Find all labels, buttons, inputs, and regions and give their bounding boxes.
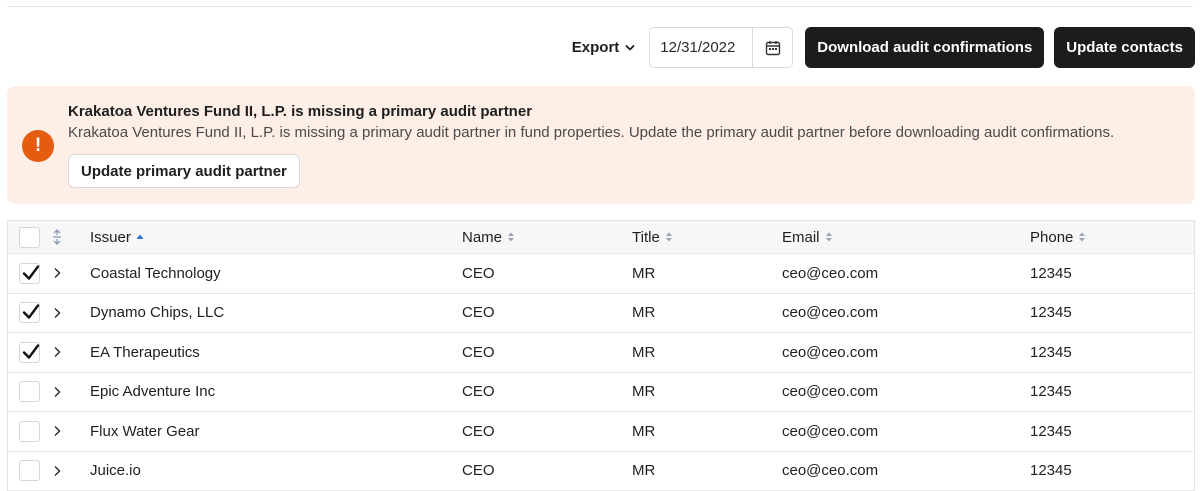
phone-cell: 12345 — [1030, 452, 1072, 491]
row-checkbox[interactable] — [19, 263, 40, 284]
table-row: Epic Adventure Inc CEO MR ceo@ceo.com 12… — [8, 373, 1194, 413]
phone-cell: 12345 — [1030, 254, 1072, 293]
name-cell: CEO — [462, 452, 495, 491]
table-row: EA Therapeutics CEO MR ceo@ceo.com 12345 — [8, 333, 1194, 373]
name-cell: CEO — [462, 254, 495, 293]
email-cell: ceo@ceo.com — [782, 254, 878, 293]
checkmark-icon — [21, 342, 41, 362]
table-row: Dynamo Chips, LLC CEO MR ceo@ceo.com 123… — [8, 294, 1194, 334]
name-cell: CEO — [462, 373, 495, 412]
table-body: Coastal Technology CEO MR ceo@ceo.com 12… — [8, 254, 1194, 491]
chevron-down-icon — [625, 43, 635, 53]
title-cell: MR — [632, 333, 655, 372]
calendar-icon — [765, 40, 781, 56]
title-cell: MR — [632, 452, 655, 491]
checkmark-icon — [21, 302, 41, 322]
export-label: Export — [572, 39, 620, 56]
row-checkbox[interactable] — [19, 421, 40, 442]
row-checkbox[interactable] — [19, 342, 40, 363]
top-divider — [7, 6, 1193, 7]
email-cell: ceo@ceo.com — [782, 452, 878, 491]
alert-title: Krakatoa Ventures Fund II, L.P. is missi… — [68, 103, 532, 120]
title-cell: MR — [632, 412, 655, 451]
sort-title-header[interactable]: Title — [632, 229, 673, 246]
issuer-cell: Juice.io — [90, 452, 141, 491]
name-cell: CEO — [462, 412, 495, 451]
email-cell: ceo@ceo.com — [782, 333, 878, 372]
sort-icon — [665, 231, 673, 243]
title-cell: MR — [632, 254, 655, 293]
sort-issuer-header[interactable]: Issuer — [90, 229, 144, 246]
sort-icon — [507, 231, 515, 243]
update-contacts-button[interactable]: Update contacts — [1054, 27, 1195, 68]
exclamation-icon: ! — [22, 130, 54, 162]
issuer-cell: Flux Water Gear — [90, 412, 199, 451]
update-primary-audit-partner-button[interactable]: Update primary audit partner — [68, 154, 300, 188]
chevron-right-icon[interactable] — [52, 346, 62, 358]
download-audit-confirmations-button[interactable]: Download audit confirmations — [805, 27, 1044, 68]
table-row: Flux Water Gear CEO MR ceo@ceo.com 12345 — [8, 412, 1194, 452]
row-checkbox[interactable] — [19, 460, 40, 481]
table-row: Coastal Technology CEO MR ceo@ceo.com 12… — [8, 254, 1194, 294]
export-dropdown-button[interactable]: Export — [572, 39, 636, 56]
chevron-right-icon[interactable] — [52, 267, 62, 279]
phone-cell: 12345 — [1030, 373, 1072, 412]
toolbar: Export Download audit confirmations Upda… — [572, 27, 1195, 68]
title-cell: MR — [632, 373, 655, 412]
select-all-checkbox[interactable] — [19, 227, 40, 248]
phone-cell: 12345 — [1030, 412, 1072, 451]
chevron-right-icon[interactable] — [52, 465, 62, 477]
sort-icon — [825, 231, 833, 243]
chevron-right-icon[interactable] — [52, 425, 62, 437]
chevron-right-icon[interactable] — [52, 307, 62, 319]
phone-cell: 12345 — [1030, 333, 1072, 372]
date-input[interactable] — [650, 28, 752, 67]
table-row: Juice.io CEO MR ceo@ceo.com 12345 — [8, 452, 1194, 491]
email-cell: ceo@ceo.com — [782, 412, 878, 451]
row-checkbox[interactable] — [19, 381, 40, 402]
issuer-cell: Coastal Technology — [90, 254, 221, 293]
sort-asc-icon — [136, 231, 144, 243]
phone-cell: 12345 — [1030, 294, 1072, 333]
date-picker — [649, 27, 793, 68]
email-cell: ceo@ceo.com — [782, 294, 878, 333]
name-cell: CEO — [462, 333, 495, 372]
expand-collapse-icon[interactable] — [52, 229, 62, 245]
sort-icon — [1078, 231, 1086, 243]
contacts-table: Issuer Name Title Email Phone Coastal Te… — [7, 220, 1195, 491]
title-cell: MR — [632, 294, 655, 333]
row-checkbox[interactable] — [19, 302, 40, 323]
table-header: Issuer Name Title Email Phone — [8, 221, 1194, 254]
sort-email-header[interactable]: Email — [782, 229, 833, 246]
name-cell: CEO — [462, 294, 495, 333]
calendar-button[interactable] — [752, 28, 792, 67]
issuer-cell: Epic Adventure Inc — [90, 373, 215, 412]
alert-message: Krakatoa Ventures Fund II, L.P. is missi… — [68, 124, 1114, 141]
issuer-cell: Dynamo Chips, LLC — [90, 294, 224, 333]
sort-phone-header[interactable]: Phone — [1030, 229, 1086, 246]
email-cell: ceo@ceo.com — [782, 373, 878, 412]
missing-audit-partner-alert: ! Krakatoa Ventures Fund II, L.P. is mis… — [7, 86, 1195, 204]
sort-name-header[interactable]: Name — [462, 229, 515, 246]
checkmark-icon — [21, 263, 41, 283]
issuer-cell: EA Therapeutics — [90, 333, 200, 372]
chevron-right-icon[interactable] — [52, 386, 62, 398]
